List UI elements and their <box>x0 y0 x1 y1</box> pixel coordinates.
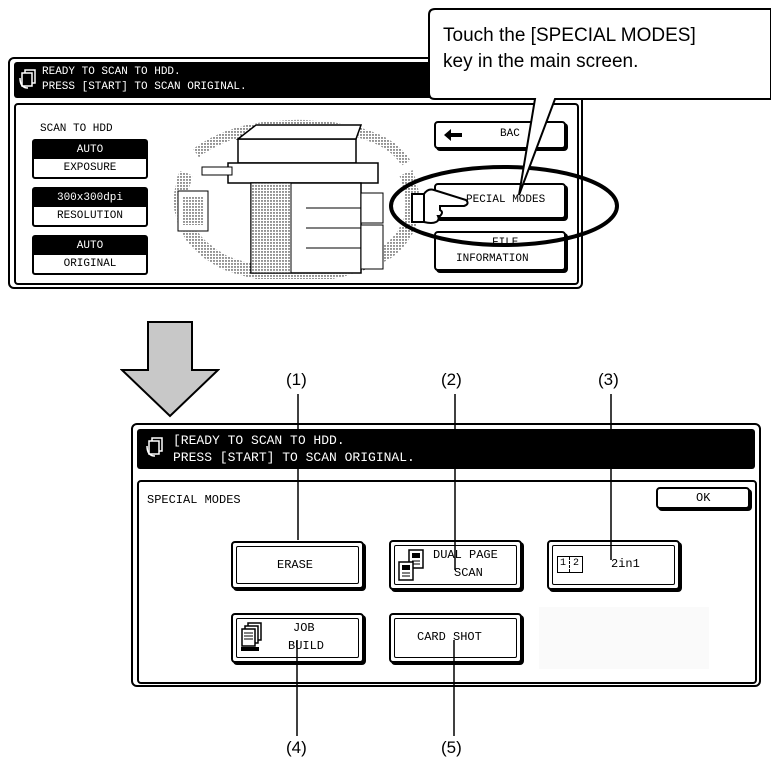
2in1-icon: 1 2 <box>557 556 583 573</box>
callout-number-4: (4) <box>286 738 307 757</box>
callout-line-2: key in the main screen. <box>443 51 639 72</box>
original-value: AUTO <box>34 237 146 255</box>
mode-label: SCAN TO HDD <box>40 123 113 135</box>
status-line-2: PRESS [START] TO SCAN ORIGINAL. <box>173 450 415 465</box>
resolution-button[interactable]: 300x300dpi RESOLUTION <box>32 187 148 227</box>
callout-line-1: Touch the [SPECIAL MODES] <box>443 25 696 46</box>
ok-button[interactable]: OK <box>656 487 750 509</box>
status-bar: [READY TO SCAN TO HDD. PRESS [START] TO … <box>137 429 755 469</box>
information-label: INFORMATION <box>456 253 529 265</box>
status-line-1: [READY TO SCAN TO HDD. <box>173 433 345 448</box>
resolution-value: 300x300dpi <box>34 189 146 207</box>
erase-label: ERASE <box>277 558 314 572</box>
dual-page-label-2: SCAN <box>454 566 483 580</box>
exposure-value: AUTO <box>34 141 146 159</box>
erase-button[interactable]: ERASE <box>231 541 364 589</box>
document-stack-icon <box>146 437 163 457</box>
callout-text: Touch the [SPECIAL MODES] key in the mai… <box>427 7 771 99</box>
dual-page-icon <box>398 549 424 581</box>
exposure-label: EXPOSURE <box>63 162 117 174</box>
card-shot-button[interactable]: CARD SHOT <box>389 613 522 663</box>
empty-slot <box>539 607 709 669</box>
callout-number-3: (3) <box>598 370 619 389</box>
status-line-2: PRESS [START] TO SCAN ORIGINAL. <box>42 81 247 93</box>
callout-number-2: (2) <box>441 370 462 389</box>
dual-page-label-1: DUAL PAGE <box>433 548 498 562</box>
exposure-button[interactable]: AUTO EXPOSURE <box>32 139 148 179</box>
special-modes-screen: [READY TO SCAN TO HDD. PRESS [START] TO … <box>131 423 761 687</box>
down-arrow-icon <box>120 321 220 418</box>
special-modes-panel: SPECIAL MODES OK ERASE DUAL PAGE SCAN 1 … <box>137 480 757 684</box>
dual-page-scan-button[interactable]: DUAL PAGE SCAN <box>389 540 522 590</box>
callout-number-5: (5) <box>441 738 462 757</box>
resolution-label: RESOLUTION <box>56 210 123 222</box>
status-line-1: READY TO SCAN TO HDD. <box>42 66 181 78</box>
card-shot-label: CARD SHOT <box>417 630 482 644</box>
document-stack-icon <box>19 69 36 89</box>
job-build-label-2: BUILD <box>288 639 325 653</box>
2in1-label: 2in1 <box>611 557 640 571</box>
stacked-pages-icon <box>241 622 262 651</box>
2in1-button[interactable]: 1 2 2in1 <box>547 540 680 590</box>
callout-number-1: (1) <box>286 370 307 389</box>
job-build-button[interactable]: JOB BUILD <box>231 613 364 663</box>
original-label: ORIGINAL <box>63 258 117 270</box>
original-button[interactable]: AUTO ORIGINAL <box>32 235 148 275</box>
job-build-label-1: JOB <box>293 621 315 635</box>
ok-label: OK <box>696 491 711 505</box>
special-modes-title: SPECIAL MODES <box>147 493 241 507</box>
